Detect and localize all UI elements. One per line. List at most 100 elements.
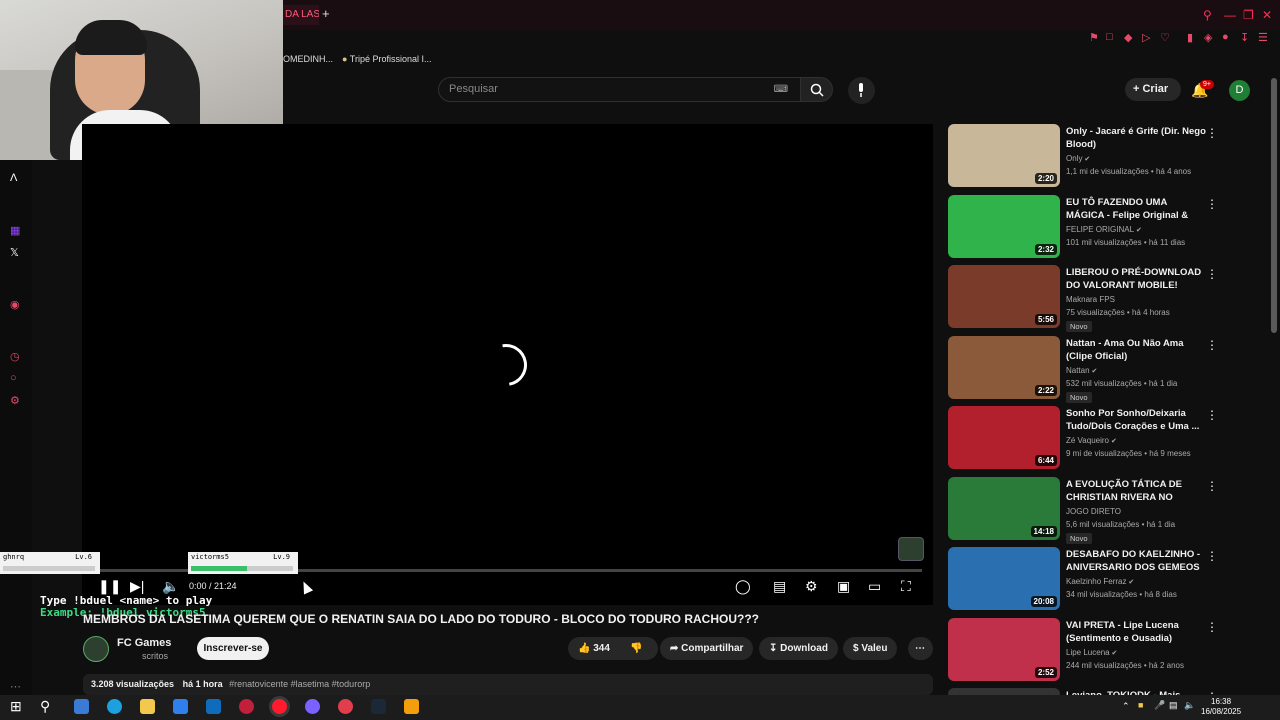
mic-tray-icon[interactable]: 🎤 bbox=[1154, 700, 1165, 711]
new-tab-button[interactable]: + bbox=[322, 6, 330, 21]
browser-tab-active[interactable]: DA LASE bbox=[283, 5, 319, 25]
recommendation-title[interactable]: DESABAFO DO KAELZINHO - ANIVERSARIO DOS … bbox=[1066, 548, 1206, 574]
miniplayer-icon[interactable]: ▣ bbox=[837, 578, 850, 595]
download-button[interactable]: ↧ Download bbox=[759, 637, 838, 660]
dislike-button[interactable]: 👎 bbox=[630, 637, 642, 660]
recommendation-card[interactable]: 5:56 LIBEROU O PRÉ-DOWNLOAD DO VALORANT M… bbox=[946, 265, 1272, 332]
scrollbar[interactable] bbox=[1271, 78, 1277, 333]
recommendation-title[interactable]: Nattan - Ama Ou Não Ama (Clipe Oficial) bbox=[1066, 337, 1206, 363]
video-thumbnail[interactable]: 5:56 bbox=[948, 265, 1060, 328]
restore-icon[interactable]: ❐ bbox=[1243, 8, 1254, 22]
share-button[interactable]: ➦ Compartilhar bbox=[660, 637, 754, 660]
bookmark-item[interactable]: ● Tripé Profissional I... bbox=[342, 54, 431, 64]
recommendation-channel[interactable]: JOGO DIRETO bbox=[1066, 507, 1121, 516]
close-window-icon[interactable]: ✕ bbox=[1262, 8, 1272, 22]
thanks-button[interactable]: $ Valeu bbox=[843, 637, 898, 660]
steam-icon[interactable] bbox=[371, 699, 386, 714]
pin-icon[interactable]: ⚑ bbox=[1089, 31, 1099, 44]
network-icon[interactable]: ▤ bbox=[1169, 700, 1178, 711]
recommendation-title[interactable]: LIBEROU O PRÉ-DOWNLOAD DO VALORANT MOBIL… bbox=[1066, 266, 1206, 292]
channel-avatar[interactable] bbox=[83, 636, 109, 662]
video-thumbnail[interactable]: 6:44 bbox=[948, 406, 1060, 469]
recommendation-channel[interactable]: Only ✔ bbox=[1066, 154, 1090, 163]
recommendation-channel[interactable]: FELIPE ORIGINAL ✔ bbox=[1066, 225, 1142, 234]
description-box[interactable]: 3.208 visualizações há 1 hora #renatovic… bbox=[83, 674, 933, 695]
avatar[interactable]: D bbox=[1229, 80, 1250, 101]
recommendation-card[interactable]: Leviano, TOKIODK - Mais Grana⋮ bbox=[946, 688, 1272, 695]
subtitles-icon[interactable]: ▤ bbox=[773, 578, 786, 595]
next-icon[interactable]: ▶| bbox=[130, 578, 144, 595]
recommendation-channel[interactable]: Lipe Lucena ✔ bbox=[1066, 648, 1117, 657]
video-thumbnail[interactable] bbox=[948, 688, 1060, 695]
more-options-icon[interactable]: ⋮ bbox=[1206, 479, 1218, 493]
recommendation-card[interactable]: 20:08 DESABAFO DO KAELZINHO - ANIVERSARIO… bbox=[946, 547, 1272, 613]
more-options-icon[interactable]: ⋮ bbox=[1206, 620, 1218, 634]
create-button[interactable]: + Criar bbox=[1125, 78, 1181, 101]
autoplay-toggle[interactable]: ◯ bbox=[735, 578, 751, 595]
download-icon[interactable]: ↧ bbox=[1240, 31, 1249, 44]
shield-icon[interactable]: ◆ bbox=[1124, 31, 1132, 44]
clock-icon[interactable]: ◷ bbox=[10, 350, 20, 363]
channel-name[interactable]: FC Games bbox=[117, 637, 171, 649]
store-icon[interactable] bbox=[173, 699, 188, 714]
subscribe-button[interactable]: Inscrever-se bbox=[197, 637, 269, 660]
more-options-icon[interactable]: ⋮ bbox=[1206, 338, 1218, 352]
theater-mode-icon[interactable]: ▭ bbox=[868, 578, 881, 595]
screenshot-icon[interactable]: □ bbox=[1106, 31, 1113, 43]
video-thumbnail[interactable]: 2:20 bbox=[948, 124, 1060, 187]
video-thumbnail[interactable]: 2:52 bbox=[948, 618, 1060, 681]
pause-icon[interactable]: ❚❚ bbox=[98, 578, 121, 595]
app-icon-2[interactable] bbox=[338, 699, 353, 714]
recommendation-title[interactable]: VAI PRETA - Lipe Lucena (Sentimento e Ou… bbox=[1066, 619, 1206, 645]
sidebar-icon[interactable]: ▮ bbox=[1187, 31, 1193, 44]
twitch-icon[interactable]: ▦ bbox=[10, 224, 20, 237]
more-options-icon[interactable]: ⋮ bbox=[1206, 267, 1218, 281]
recommendation-card[interactable]: 14:18 A EVOLUÇÃO TÁTICA DE CHRISTIAN RIVE… bbox=[946, 477, 1272, 544]
outlook-icon[interactable] bbox=[206, 699, 221, 714]
more-options-icon[interactable]: ⋮ bbox=[1206, 197, 1218, 211]
fullscreen-icon[interactable]: ⛶ bbox=[901, 578, 911, 595]
search-tabs-icon[interactable]: ⚲ bbox=[1203, 8, 1212, 22]
speaker-icon[interactable]: 🔈 bbox=[1184, 700, 1195, 711]
edge-icon[interactable] bbox=[107, 699, 122, 714]
recommendation-title[interactable]: Only - Jacaré é Grife (Dir. Nego Blood) bbox=[1066, 125, 1206, 151]
recommendation-title[interactable]: A EVOLUÇÃO TÁTICA DE CHRISTIAN RIVERA NO… bbox=[1066, 478, 1206, 504]
system-clock[interactable]: 16:38 16/08/2025 bbox=[1201, 697, 1241, 717]
play-icon[interactable]: ▷ bbox=[1142, 31, 1150, 44]
more-options-icon[interactable]: ⋮ bbox=[1206, 408, 1218, 422]
recommendation-card[interactable]: 2:20 Only - Jacaré é Grife (Dir. Nego Blo… bbox=[946, 124, 1272, 190]
more-options-icon[interactable]: ⋮ bbox=[1206, 126, 1218, 140]
volume-icon[interactable]: 🔈 bbox=[162, 578, 179, 595]
recommendation-channel[interactable]: Nattan ✔ bbox=[1066, 366, 1097, 375]
video-thumbnail[interactable]: 2:22 bbox=[948, 336, 1060, 399]
more-actions-button[interactable]: ⋯ bbox=[908, 637, 933, 660]
recommendation-channel[interactable]: Zé Vaqueiro ✔ bbox=[1066, 436, 1117, 445]
chrome-icon[interactable] bbox=[305, 699, 320, 714]
settings-gear-icon[interactable]: ⚙ bbox=[805, 578, 818, 595]
video-thumbnail[interactable]: 20:08 bbox=[948, 547, 1060, 610]
tray-app-icon[interactable]: ■ bbox=[1138, 700, 1143, 710]
more-icon[interactable]: ⋯ bbox=[10, 680, 21, 693]
tray-chevron-icon[interactable]: ⌃ bbox=[1122, 701, 1130, 712]
recommendation-card[interactable]: 6:44 Sonho Por Sonho/Deixaria Tudo/Dois C… bbox=[946, 406, 1272, 472]
overlay-app-icon[interactable] bbox=[404, 699, 419, 714]
recommendation-card[interactable]: 2:22 Nattan - Ama Ou Não Ama (Clipe Ofici… bbox=[946, 336, 1272, 403]
x-icon[interactable]: 𝕏 bbox=[10, 246, 19, 259]
opera-icon[interactable] bbox=[272, 699, 287, 714]
menu-icon[interactable]: ☰ bbox=[1258, 31, 1268, 44]
windows-start-icon[interactable]: ⊞ bbox=[10, 698, 22, 715]
search-input[interactable]: Pesquisar ⌨ bbox=[438, 77, 801, 102]
bookmark-item[interactable]: OMEDINH... bbox=[283, 54, 333, 64]
heart-icon[interactable]: ♡ bbox=[1160, 31, 1170, 44]
like-button[interactable]: 👍 344 bbox=[578, 643, 610, 654]
profile-icon[interactable]: ● bbox=[1222, 31, 1229, 43]
app-logo-icon[interactable]: Λ bbox=[10, 172, 17, 184]
channel-watermark[interactable] bbox=[898, 537, 924, 561]
recommendation-channel[interactable]: Kaelzinho Ferraz ✔ bbox=[1066, 577, 1134, 586]
play-circle-icon[interactable]: ◉ bbox=[10, 298, 20, 311]
hashtags[interactable]: #renatovicente #lasetima #todurorp bbox=[229, 679, 370, 689]
voice-search-button[interactable] bbox=[848, 77, 875, 104]
search-taskbar-icon[interactable]: ⚲ bbox=[40, 698, 50, 715]
copilot-icon[interactable] bbox=[74, 699, 89, 714]
minimize-icon[interactable]: — bbox=[1224, 8, 1236, 22]
